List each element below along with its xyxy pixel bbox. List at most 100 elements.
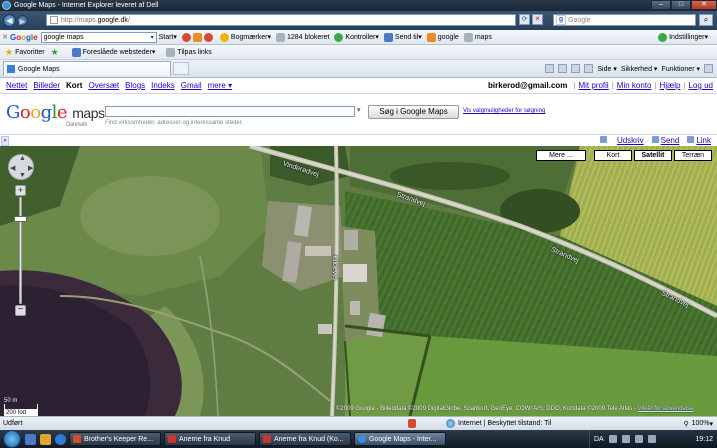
feeds-icon[interactable] [558,64,568,73]
command-bar: Side ▾ Sikkerhed ▾ Funktioner ▾ [545,64,713,73]
language-indicator[interactable]: DA [594,436,604,443]
map-type-more-button[interactable]: Mere ... [536,150,586,161]
help-icon[interactable] [704,64,713,73]
link-link-item[interactable]: Link [687,136,711,145]
nav-link-web[interactable]: Nettet [6,81,27,90]
satellite-imagery [0,146,717,416]
collapse-panel-icon[interactable]: » [1,135,9,146]
address-bar[interactable]: http://maps.google.dk/ [46,14,516,26]
print-link-item[interactable]: Udskriv [599,136,644,145]
nav-link-more[interactable]: mere ▾ [208,81,232,90]
mail-icon[interactable] [571,64,581,73]
chevron-down-icon[interactable]: ▾ [149,34,156,41]
link-link[interactable]: Link [696,136,711,145]
zoom-slider-handle[interactable] [14,216,27,222]
profile-link[interactable]: Mit profil [578,81,608,90]
toolbar-settings-button[interactable]: Indstillinger ▾ [658,32,708,42]
app-icon [168,435,176,443]
toolbar-sendto-button[interactable]: Send til ▾ [383,32,422,42]
favorites-bar: ★ Favoritter ★ Foreslåede websteder ▾ Til… [0,45,717,60]
toolbar-icons-group[interactable] [181,32,215,42]
suggested-sites-link[interactable]: Foreslåede websteder ▾ [71,47,155,57]
send-link-item[interactable]: Send [651,136,680,145]
toolbar-close-icon[interactable]: ✕ [0,33,10,41]
address-url[interactable]: http://maps.google.dk/ [61,17,130,24]
print-icon[interactable] [584,64,594,73]
toolbar-search-input[interactable]: google maps ▾ [40,31,157,43]
logout-link[interactable]: Log ud [689,81,713,90]
map-canvas[interactable]: Vinderødvej Strandvej Strandvej Strandve… [0,146,717,416]
functions-menu[interactable]: Funktioner ▾ [661,65,700,73]
home-icon[interactable] [545,64,555,73]
popup-blocked-icon[interactable] [408,419,416,428]
account-link[interactable]: Min konto [617,81,652,90]
nav-link-gmail[interactable]: Gmail [181,81,202,90]
zoom-in-button[interactable]: + [15,185,26,196]
map-type-terrain-button[interactable]: Terræn [674,150,712,161]
pan-up-icon[interactable]: ▲ [19,155,26,162]
tray-network-icon[interactable] [608,435,617,443]
nav-link-blogs[interactable]: Blogs [125,81,145,90]
security-menu[interactable]: Sikkerhed ▾ [621,65,658,73]
search-go-icon[interactable]: ⌕ [699,14,713,26]
zoom-out-button[interactable]: − [15,305,26,316]
search-maps-button[interactable]: Søg i Google Maps [368,105,459,119]
google-toolbar-logo: Google [10,32,38,42]
close-window-button[interactable]: ✕ [691,0,717,10]
pan-right-icon[interactable]: ▶ [28,164,33,172]
terms-link[interactable]: Vilkår for anvendelse [638,406,694,412]
favorites-button[interactable]: ★ Favoritter [5,47,45,58]
nav-link-translate[interactable]: Oversæt [88,81,119,90]
taskbar-item-google-maps[interactable]: Google Maps - Inter... [354,432,446,446]
toolbar-maps-button[interactable]: maps [463,32,492,42]
maps-search-input[interactable] [105,106,355,117]
tray-security-icon[interactable] [647,435,656,443]
nav-current-maps: Kort [66,81,83,90]
nav-link-directory[interactable]: Indeks [151,81,175,90]
zoom-slider-track[interactable] [19,197,22,304]
map-type-map-button[interactable]: Kort [594,150,632,161]
toolbar-google-button[interactable]: google [426,32,459,42]
send-link[interactable]: Send [661,136,680,145]
tray-volume-icon[interactable] [621,435,630,443]
help-link[interactable]: Hjælp [660,81,681,90]
quicklaunch-desktop-icon[interactable] [25,433,36,445]
quicklaunch-ie-icon[interactable] [55,433,66,445]
toolbar-start-button[interactable]: Start ▾ [159,33,177,42]
map-type-satellite-button[interactable]: Satellit [634,150,672,161]
stop-icon[interactable]: ✕ [532,14,543,25]
refresh-icon[interactable]: ⟳ [519,14,530,25]
forward-button[interactable]: ▶ [17,15,28,26]
search-options-link[interactable]: Vis valgmuligheder for søgning [463,108,545,114]
browser-search-box[interactable]: g Google [553,14,696,26]
toolbar-bookmarks-button[interactable]: Bogmærker ▾ [219,32,271,42]
maximize-button[interactable]: □ [671,0,691,10]
search-history-chevron-icon[interactable]: ▾ [357,106,361,114]
minimize-button[interactable]: – [651,0,671,10]
start-button[interactable] [3,430,21,448]
add-favorite-icon[interactable]: ★ [51,47,61,57]
taskbar-item-anerne-2[interactable]: Anerne fra Knud (Ko... [259,432,351,446]
taskbar-item-anerne-1[interactable]: Anerne fra Knud [164,432,256,446]
google-maps-logo[interactable]: Google maps Danmark [6,102,105,128]
clock[interactable]: 19:12 [695,436,713,443]
back-button[interactable]: ◀ [3,14,16,27]
pan-down-icon[interactable]: ▼ [19,172,26,179]
security-zone[interactable]: Internet | Beskyttet tilstand: Til [446,419,551,428]
map-copyright: ©2009 Google - Billeddata ©2009 DigitalG… [336,406,694,412]
toolbar-check-button[interactable]: Kontroller ▾ [334,32,379,42]
pan-control[interactable]: ▲ ◀ ▶ ▼ [8,154,34,180]
quicklaunch-explorer-icon[interactable] [40,433,51,445]
nav-link-images[interactable]: Billeder [33,81,60,90]
print-link[interactable]: Udskriv [617,136,644,145]
tab-google-maps[interactable]: Google Maps [3,61,171,76]
tray-power-icon[interactable] [634,435,643,443]
zoom-level-button[interactable]: ⚲ 100% ▾ [683,420,713,428]
taskbar-item-brothers-keeper[interactable]: Brother's Keeper Re... [69,432,161,446]
pan-left-icon[interactable]: ◀ [10,164,15,172]
customize-links-link[interactable]: Tilpas links [166,47,212,57]
page-menu[interactable]: Side ▾ [597,65,616,73]
new-tab-button[interactable] [173,62,189,75]
toolbar-blocked-button[interactable]: 1284 blokeret [276,32,329,42]
google-topnav: Nettet Billeder Kort Oversæt Blogs Indek… [0,78,717,94]
